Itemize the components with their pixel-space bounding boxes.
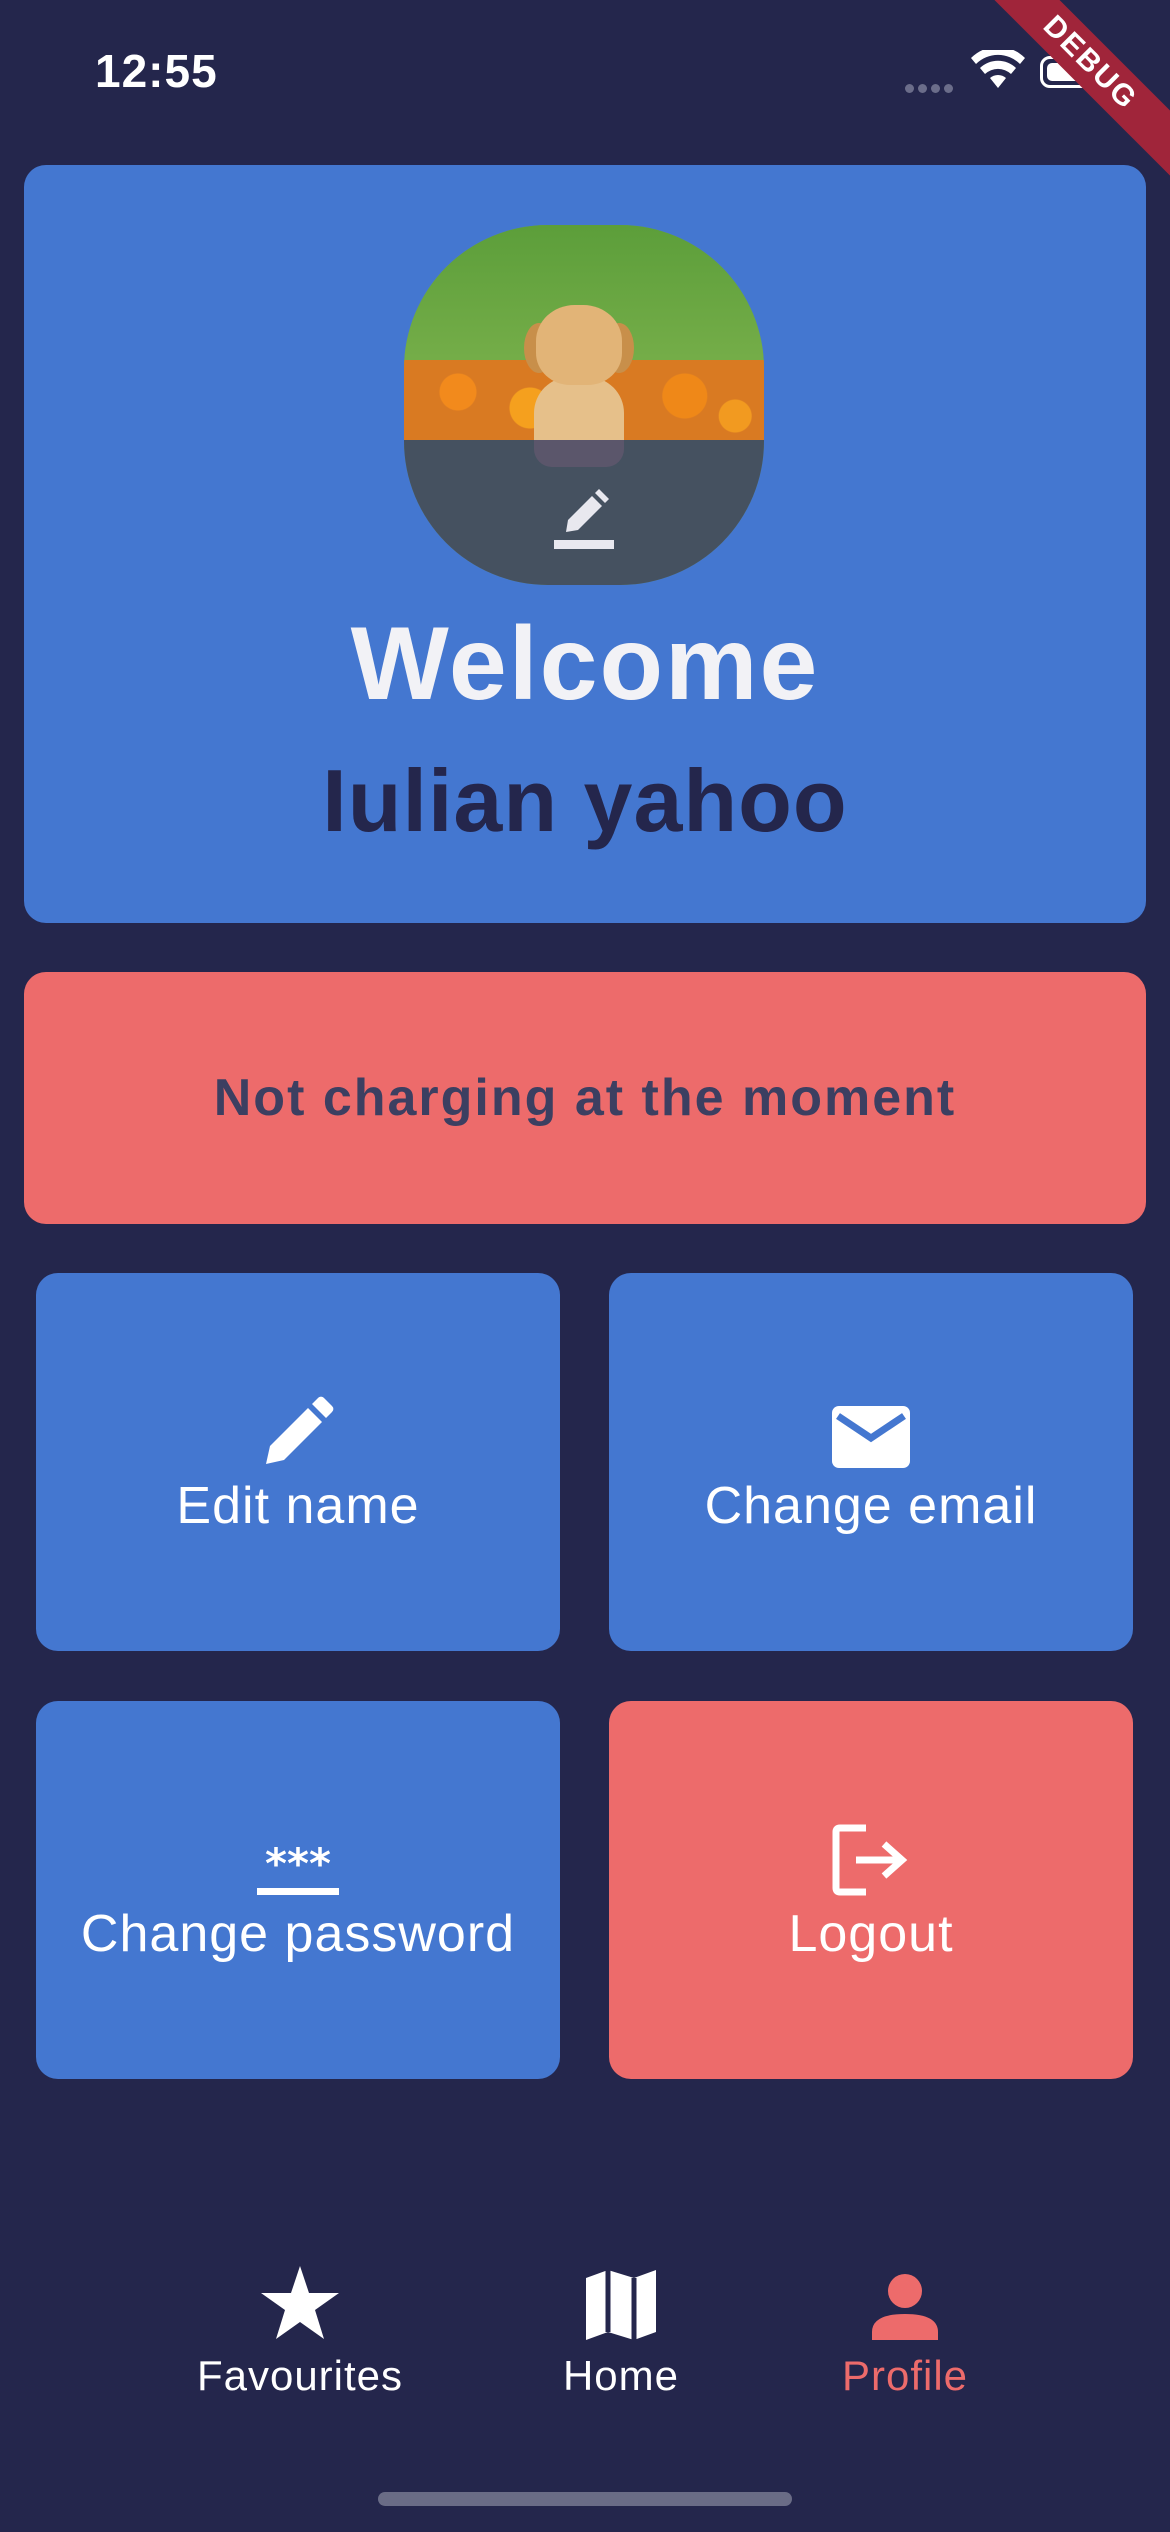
logout-button[interactable]: Logout — [609, 1701, 1133, 2079]
bottom-navigation: Favourites Home Profile — [0, 2250, 1170, 2450]
person-icon — [872, 2274, 938, 2340]
charging-status-text: Not charging at the moment — [213, 1069, 957, 1127]
status-bar: 12:55 DEBUG — [0, 0, 1170, 186]
change-email-label: Change email — [704, 1477, 1038, 1535]
nav-item-profile[interactable]: Profile — [755, 2250, 1055, 2400]
signal-icon — [905, 80, 965, 93]
avatar[interactable] — [404, 225, 764, 585]
change-email-button[interactable]: Change email — [609, 1273, 1133, 1651]
nav-label-home: Home — [562, 2352, 680, 2399]
profile-card: Welcome Iulian yahoo — [24, 165, 1146, 923]
home-indicator[interactable] — [378, 2492, 792, 2506]
debug-banner: DEBUG — [967, 0, 1170, 186]
pencil-icon — [266, 1396, 334, 1464]
nav-label-favourites: Favourites — [196, 2352, 404, 2399]
edit-name-label: Edit name — [176, 1477, 420, 1535]
edit-name-button[interactable]: Edit name — [36, 1273, 560, 1651]
welcome-heading: Welcome — [350, 606, 820, 722]
mail-icon — [832, 1406, 910, 1468]
status-time: 12:55 — [95, 45, 218, 97]
edit-avatar-icon[interactable] — [554, 480, 614, 550]
logout-icon — [832, 1824, 908, 1896]
nav-item-favourites[interactable]: Favourites — [150, 2250, 450, 2400]
dog-photo — [524, 305, 634, 467]
change-password-label: Change password — [80, 1905, 516, 1963]
logout-label: Logout — [788, 1905, 954, 1963]
wifi-icon — [971, 50, 1025, 88]
star-icon — [261, 2266, 339, 2339]
svg-text:***: *** — [265, 1840, 331, 1888]
charging-status-banner: Not charging at the moment — [24, 972, 1146, 1224]
user-name: Iulian yahoo — [322, 751, 848, 850]
nav-label-profile: Profile — [841, 2352, 969, 2399]
change-password-button[interactable]: *** Change password — [36, 1701, 560, 2079]
map-icon — [586, 2270, 656, 2340]
password-icon: *** — [257, 1840, 339, 1895]
nav-item-home[interactable]: Home — [471, 2250, 771, 2400]
